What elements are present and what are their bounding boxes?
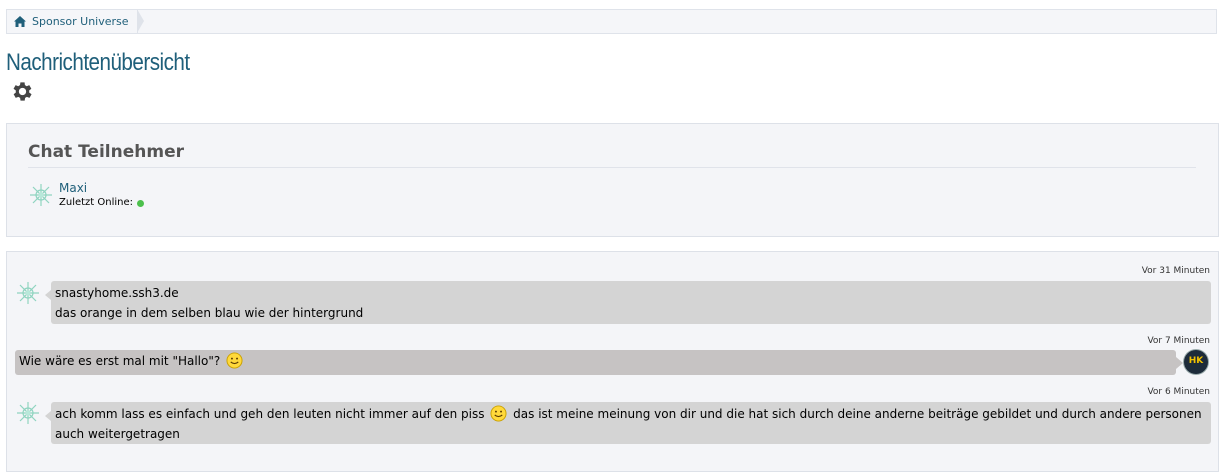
online-indicator <box>137 199 145 207</box>
message-bubble: snastyhome.ssh3.de das orange in dem sel… <box>45 281 1211 324</box>
avatar[interactable] <box>29 183 53 207</box>
message-time: Vor 7 Minuten <box>1147 336 1210 346</box>
breadcrumb-home[interactable]: Sponsor Universe <box>7 9 144 33</box>
message-time: Vor 6 Minuten <box>1147 387 1210 397</box>
chat-messages-panel: Vor 31 Minuten snastyhome.ssh3.de das or… <box>6 251 1219 472</box>
member-status: Zuletzt Online: <box>59 195 145 211</box>
message-bubble: ach komm lass es einfach und geh den leu… <box>45 402 1211 444</box>
message-bubble: Wie wäre es erst mal mit "Hallo"? <box>15 350 1183 375</box>
member-name[interactable]: Maxi <box>59 181 144 195</box>
avatar[interactable] <box>16 281 40 305</box>
smiley-icon <box>226 352 243 369</box>
message-text: snastyhome.ssh3.de <box>55 286 179 300</box>
smiley-icon <box>490 405 507 422</box>
message-text: ach komm lass es einfach und geh den leu… <box>55 407 485 421</box>
message-text: Wie wäre es erst mal mit "Hallo"? <box>19 354 221 368</box>
gear-icon[interactable] <box>10 79 35 104</box>
home-icon <box>14 16 26 27</box>
avatar[interactable] <box>16 401 40 425</box>
last-online-label: Zuletzt Online: <box>59 197 134 208</box>
breadcrumb-home-label: Sponsor Universe <box>32 15 129 28</box>
chat-members-panel: Chat Teilnehmer Maxi Zuletzt Online: <box>6 123 1219 237</box>
page-title: Nachrichtenübersicht <box>6 49 190 76</box>
message-text: das orange in dem selben blau wie der hi… <box>55 306 364 320</box>
breadcrumb: Sponsor Universe <box>6 9 1217 34</box>
avatar[interactable]: HK <box>1184 350 1208 374</box>
member-item: Maxi Zuletzt Online: <box>29 181 145 211</box>
message-time: Vor 31 Minuten <box>1141 266 1210 276</box>
divider <box>28 167 1196 168</box>
members-heading: Chat Teilnehmer <box>28 142 184 162</box>
